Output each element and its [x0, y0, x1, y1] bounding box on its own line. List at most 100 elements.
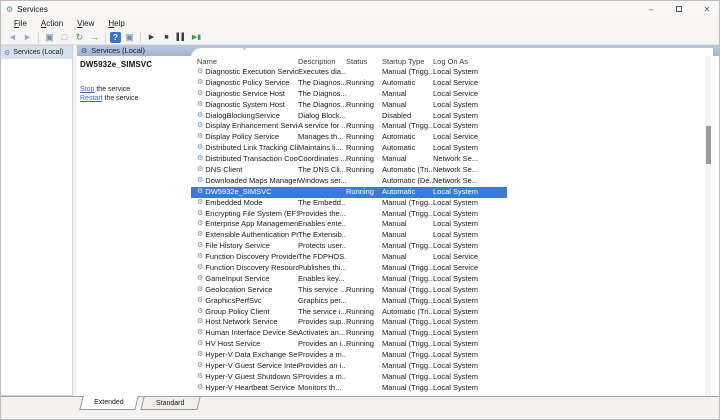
- menu-view[interactable]: View: [70, 19, 101, 28]
- menu-action[interactable]: Action: [34, 19, 70, 28]
- service-gear-icon: ⚙: [197, 339, 203, 350]
- services-window: ⚙ Services – ✕ FileActionViewHelp ◄►▣□↻→…: [0, 0, 720, 420]
- column-header-status[interactable]: Status: [346, 57, 382, 66]
- table-row[interactable]: ⚙Extensible Authentication Pr... The Ext…: [191, 230, 507, 241]
- stop-service-link[interactable]: Stop: [80, 86, 94, 93]
- table-row[interactable]: ⚙Host Network Service Provides sup... Ru…: [191, 317, 507, 328]
- service-status-cell: Running: [346, 100, 382, 111]
- restart-service-icon[interactable]: ▶▮: [190, 31, 203, 44]
- tab-extended[interactable]: Extended: [79, 396, 138, 410]
- service-log-on-as-cell: Local System: [433, 241, 507, 252]
- service-gear-icon: ⚙: [197, 198, 203, 209]
- service-name-cell: Hyper-V Guest Service Interf...: [205, 361, 298, 372]
- table-row[interactable]: ⚙HV Host Service Provides an i... Runnin…: [191, 339, 507, 350]
- table-row[interactable]: ⚙GameInput Service Enables key... Manual…: [191, 274, 507, 285]
- service-log-on-as-cell: Local System: [433, 187, 507, 198]
- service-log-on-as-cell: Local Service: [433, 89, 507, 100]
- table-row[interactable]: ⚙Hyper-V Guest Shutdown Se... Provides a…: [191, 372, 507, 383]
- table-row[interactable]: ⚙Hyper-V Guest Service Interf... Provide…: [191, 361, 507, 372]
- export-icon[interactable]: □: [58, 31, 71, 44]
- table-row[interactable]: ⚙Human Interface Device Serv... Activate…: [191, 328, 507, 339]
- service-log-on-as-cell: Local System: [433, 372, 507, 383]
- table-row[interactable]: ⚙Embedded Mode The Embedd... Manual (Tri…: [191, 198, 507, 209]
- table-row[interactable]: ⚙GraphicsPerfSvc Graphics per... Manual …: [191, 296, 507, 307]
- properties-icon[interactable]: ▣: [123, 31, 136, 44]
- service-description-cell: Enables key...: [298, 274, 346, 285]
- service-gear-icon: ⚙: [197, 361, 203, 372]
- service-gear-icon: ⚙: [197, 252, 203, 263]
- table-row[interactable]: ⚙DW5932e_SIMSVC Running Automatic Local …: [191, 187, 507, 198]
- service-gear-icon: ⚙: [197, 241, 203, 252]
- service-description-cell: Protects user...: [298, 241, 346, 252]
- services-node-icon: ⚙: [4, 49, 10, 57]
- table-row[interactable]: ⚙Function Discovery Provider ... The FDP…: [191, 252, 507, 263]
- table-row[interactable]: ⚙Distributed Transaction Coor... Coordin…: [191, 154, 507, 165]
- start-service-icon[interactable]: ▶: [145, 31, 158, 44]
- service-name-cell: Distributed Transaction Coor...: [205, 154, 298, 165]
- back-arrow-icon[interactable]: ◄: [6, 31, 19, 44]
- show-console-tree-icon[interactable]: ▣: [43, 31, 56, 44]
- table-row[interactable]: ⚙File History Service Protects user... M…: [191, 241, 507, 252]
- vertical-scrollbar[interactable]: [705, 56, 711, 396]
- service-log-on-as-cell: Network Se...: [433, 165, 507, 176]
- pause-service-icon[interactable]: ▌▌: [175, 31, 188, 44]
- services-app-icon: ⚙: [6, 5, 13, 14]
- refresh-icon[interactable]: ↻: [73, 31, 86, 44]
- service-log-on-as-cell: Local Service: [433, 252, 507, 263]
- table-row[interactable]: ⚙Function Discovery Resourc... Publishes…: [191, 263, 507, 274]
- table-row[interactable]: ⚙Display Enhancement Service A service f…: [191, 121, 507, 132]
- restart-service-link[interactable]: Restart: [80, 95, 103, 102]
- table-row[interactable]: ⚙Hyper-V Heartbeat Service Monitors th..…: [191, 383, 507, 393]
- stop-service-icon[interactable]: ■: [160, 31, 173, 44]
- column-header-startup-type[interactable]: Startup Type: [382, 57, 433, 66]
- table-row[interactable]: ⚙Distributed Link Tracking Cli... Mainta…: [191, 143, 507, 154]
- scrollbar-thumb[interactable]: [706, 126, 711, 164]
- service-startup-type-cell: Manual (Trigg...: [382, 372, 433, 383]
- forward-arrow-icon[interactable]: ►: [21, 31, 34, 44]
- close-button[interactable]: ✕: [699, 2, 715, 16]
- service-log-on-as-cell: Local System: [433, 383, 507, 393]
- extended-view-panel: DW5932e_SIMSVC Stop the service Restart …: [77, 56, 191, 396]
- maximize-button[interactable]: [671, 2, 687, 16]
- export-list-icon[interactable]: →: [88, 31, 101, 44]
- table-row[interactable]: ⚙DNS Client The DNS Cli... Running Autom…: [191, 165, 507, 176]
- service-log-on-as-cell: Local System: [433, 317, 507, 328]
- service-gear-icon: ⚙: [197, 78, 203, 89]
- service-gear-icon: ⚙: [197, 121, 203, 132]
- service-startup-type-cell: Manual (Trigg...: [382, 328, 433, 339]
- tree-item-services-local[interactable]: ⚙ Services (Local): [1, 46, 72, 59]
- stop-service-line: Stop the service: [80, 85, 191, 94]
- service-name-cell: Human Interface Device Serv...: [205, 328, 298, 339]
- menu-help[interactable]: Help: [101, 19, 131, 28]
- table-row[interactable]: ⚙Downloaded Maps Manager Windows ser... …: [191, 176, 507, 187]
- table-row[interactable]: ⚙DialogBlockingService Dialog Block... D…: [191, 111, 507, 122]
- table-row[interactable]: ⚙Geolocation Service This service ... Ru…: [191, 285, 507, 296]
- toolbar: ◄►▣□↻→?▣▶■▌▌▶▮: [1, 30, 719, 45]
- service-description-cell: Provides an i...: [298, 361, 346, 372]
- table-row[interactable]: ⚙Hyper-V Data Exchange Serv... Provides …: [191, 350, 507, 361]
- column-header-name[interactable]: Name: [197, 57, 298, 66]
- help-icon[interactable]: ?: [110, 32, 121, 43]
- service-description-cell: Monitors th...: [298, 383, 346, 393]
- table-row[interactable]: ⚙Encrypting File System (EFS) Provides t…: [191, 209, 507, 220]
- tab-standard[interactable]: Standard: [140, 397, 200, 410]
- table-row[interactable]: ⚙Diagnostic Policy Service The Diagnos..…: [191, 78, 507, 89]
- service-status-cell: Running: [346, 78, 382, 89]
- menu-file[interactable]: File: [7, 19, 34, 28]
- service-gear-icon: ⚙: [197, 383, 203, 393]
- table-row[interactable]: ⚙Diagnostic Execution Service Executes d…: [191, 67, 507, 78]
- service-log-on-as-cell: Local System: [433, 143, 507, 154]
- column-header-description[interactable]: Description: [298, 57, 346, 66]
- minimize-button[interactable]: –: [643, 2, 659, 16]
- service-log-on-as-cell: Local System: [433, 296, 507, 307]
- column-header-log-on-as[interactable]: Log On As: [433, 57, 507, 66]
- service-log-on-as-cell: Local System: [433, 328, 507, 339]
- table-row[interactable]: ⚙Group Policy Client The service i... Ru…: [191, 307, 507, 318]
- service-gear-icon: ⚙: [197, 230, 203, 241]
- table-row[interactable]: ⚙Enterprise App Managemen... Enables ent…: [191, 219, 507, 230]
- service-startup-type-cell: Manual: [382, 154, 433, 165]
- table-row[interactable]: ⚙Diagnostic Service Host The Diagnos... …: [191, 89, 507, 100]
- service-log-on-as-cell: Network Se...: [433, 176, 507, 187]
- table-row[interactable]: ⚙Diagnostic System Host The Diagnos... R…: [191, 100, 507, 111]
- table-row[interactable]: ⚙Display Policy Service Manages th... Ru…: [191, 132, 507, 143]
